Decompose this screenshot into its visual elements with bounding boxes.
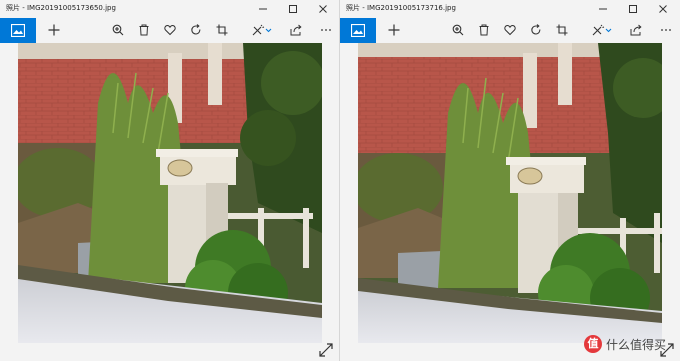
image-icon (11, 24, 25, 37)
delete-button[interactable] (132, 18, 156, 43)
rotate-button[interactable] (184, 18, 208, 43)
view-collection-button[interactable] (340, 18, 376, 43)
plus-icon (48, 24, 60, 36)
heart-icon (504, 24, 516, 36)
window-title: 照片 - IMG20191005173716.jpg (346, 3, 456, 13)
trash-icon (479, 24, 489, 36)
close-button[interactable] (650, 0, 676, 18)
toolbar (0, 18, 339, 43)
favorite-button[interactable] (158, 18, 182, 43)
crop-button[interactable] (550, 18, 574, 43)
title-separator: - (20, 4, 27, 12)
photo-view[interactable] (18, 43, 322, 343)
photo-image (358, 43, 662, 343)
maximize-icon (629, 5, 637, 13)
title-bar[interactable]: 照片 - IMG20191005173716.jpg (340, 0, 680, 18)
plus-icon (388, 24, 400, 36)
view-collection-button[interactable] (0, 18, 36, 43)
delete-button[interactable] (472, 18, 496, 43)
zoom-button[interactable] (106, 18, 130, 43)
edit-icon (592, 24, 612, 36)
window-title: 照片 - IMG20191005173650.jpg (6, 3, 116, 13)
share-button[interactable] (624, 18, 648, 43)
title-separator: - (360, 4, 367, 12)
add-button[interactable] (42, 18, 66, 43)
share-button[interactable] (284, 18, 308, 43)
photos-window-left: 照片 - IMG20191005173650.jpg (0, 0, 340, 361)
photos-window-right: 照片 - IMG20191005173716.jpg 值 什么值得买 (340, 0, 680, 361)
zoom-icon (112, 24, 124, 36)
app-name: 照片 (346, 4, 360, 12)
file-name: IMG20191005173650.jpg (26, 4, 116, 12)
file-name: IMG20191005173716.jpg (366, 4, 456, 12)
edit-create-button[interactable] (586, 18, 616, 43)
close-button[interactable] (310, 0, 336, 18)
app-name: 照片 (6, 4, 20, 12)
maximize-icon (289, 5, 297, 13)
share-icon (630, 24, 642, 36)
rotate-icon (191, 24, 201, 35)
maximize-button[interactable] (280, 0, 306, 18)
zoom-button[interactable] (446, 18, 470, 43)
watermark-text: 什么值得买 (605, 337, 666, 352)
rotate-button[interactable] (524, 18, 548, 43)
add-button[interactable] (382, 18, 406, 43)
zoom-icon (452, 24, 464, 36)
trash-icon (139, 24, 149, 36)
minimize-button[interactable] (250, 0, 276, 18)
more-icon (321, 29, 331, 31)
close-icon (319, 5, 327, 13)
photo-image (18, 43, 322, 343)
edit-icon (252, 24, 272, 36)
expand-icon[interactable] (660, 343, 674, 357)
photo-view[interactable] (358, 43, 662, 343)
minimize-icon (259, 8, 267, 10)
more-button[interactable] (654, 18, 678, 43)
heart-icon (164, 24, 176, 36)
crop-icon (556, 24, 568, 36)
more-button[interactable] (314, 18, 338, 43)
share-icon (290, 24, 302, 36)
favorite-button[interactable] (498, 18, 522, 43)
rotate-icon (531, 24, 541, 35)
title-bar[interactable]: 照片 - IMG20191005173650.jpg (0, 0, 339, 18)
minimize-icon (599, 8, 607, 10)
watermark: 值 什么值得买 (583, 335, 666, 353)
toolbar (340, 18, 680, 43)
watermark-logo: 值 (583, 335, 602, 353)
more-icon (661, 29, 671, 31)
edit-create-button[interactable] (246, 18, 276, 43)
image-icon (351, 24, 365, 37)
crop-button[interactable] (210, 18, 234, 43)
minimize-button[interactable] (590, 0, 616, 18)
close-icon (659, 5, 667, 13)
crop-icon (216, 24, 228, 36)
maximize-button[interactable] (620, 0, 646, 18)
expand-icon[interactable] (319, 343, 333, 357)
